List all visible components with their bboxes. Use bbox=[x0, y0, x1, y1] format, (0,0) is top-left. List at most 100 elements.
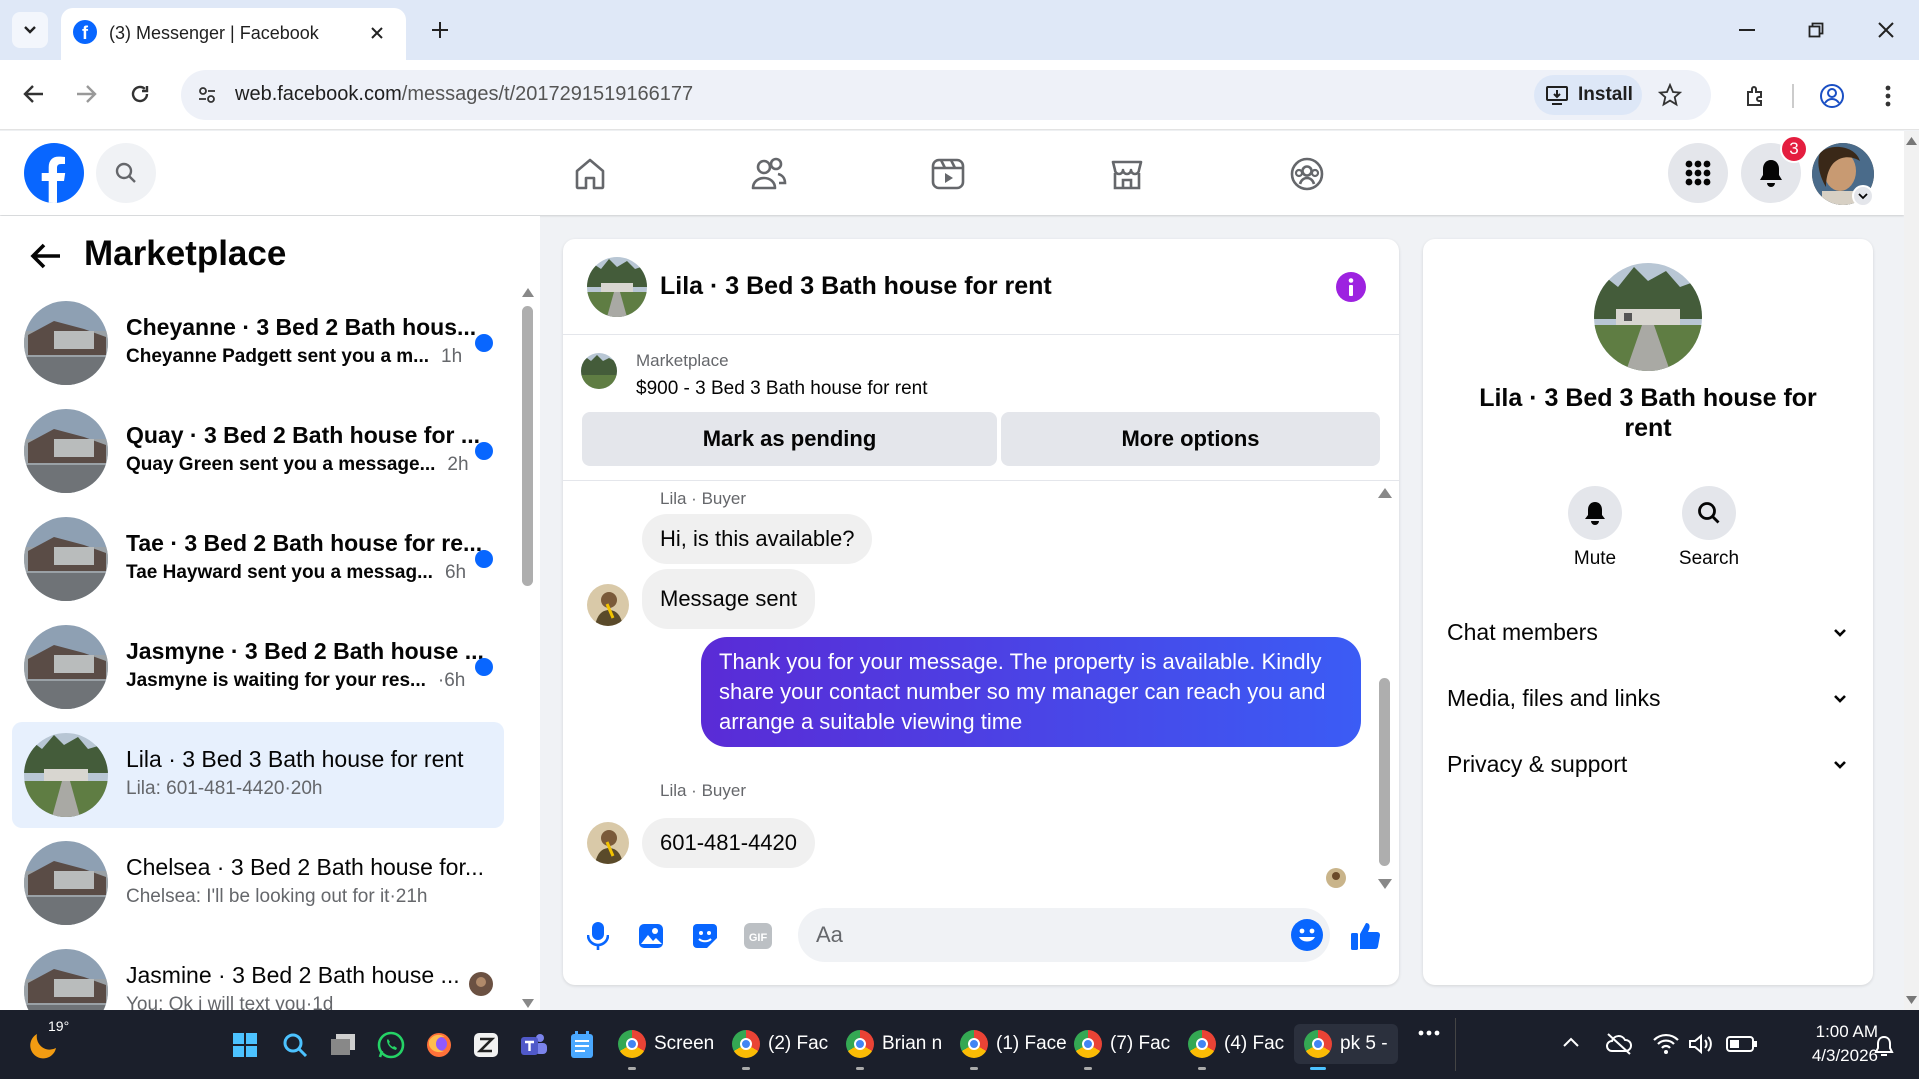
chevron-down-icon bbox=[1834, 628, 1846, 637]
conversation-item[interactable]: Cheyanne · 3 Bed 2 Bath hous... Cheyanne… bbox=[12, 290, 504, 396]
close-window-button[interactable] bbox=[1866, 14, 1906, 46]
nav-video[interactable] bbox=[913, 149, 983, 199]
photo-icon[interactable] bbox=[633, 918, 669, 954]
conversation-item[interactable]: Quay · 3 Bed 2 Bath house for ... Quay G… bbox=[12, 398, 504, 504]
conversation-item[interactable]: Chelsea · 3 Bed 2 Bath house for... Chel… bbox=[12, 830, 504, 936]
cloud-offline-icon[interactable] bbox=[1605, 1032, 1633, 1056]
listing-thumbnail[interactable] bbox=[581, 353, 617, 389]
scrollbar-thumb[interactable] bbox=[522, 306, 533, 586]
conversation-item-active[interactable]: Lila · 3 Bed 3 Bath house for rent Lila:… bbox=[12, 722, 504, 828]
url-host: web.facebook.com bbox=[235, 83, 402, 105]
conversation-item[interactable]: Jasmyne · 3 Bed 2 Bath house ... Jasmyne… bbox=[12, 614, 504, 720]
running-indicator bbox=[628, 1067, 636, 1070]
sender-avatar[interactable] bbox=[587, 584, 629, 626]
microphone-icon[interactable] bbox=[580, 918, 616, 954]
browser-tab[interactable]: f (3) Messenger | Facebook bbox=[61, 8, 406, 60]
new-tab-button[interactable] bbox=[424, 14, 456, 46]
search-button[interactable] bbox=[96, 143, 156, 203]
chat-avatar[interactable] bbox=[587, 257, 647, 317]
sticker-icon[interactable] bbox=[687, 918, 723, 954]
bookmark-star-icon[interactable] bbox=[1653, 78, 1687, 112]
scroll-down-arrow-icon[interactable] bbox=[1378, 879, 1392, 889]
section-privacy-support[interactable]: Privacy & support bbox=[1447, 751, 1847, 778]
facebook-logo-icon[interactable] bbox=[24, 143, 84, 203]
extensions-icon[interactable] bbox=[1738, 78, 1774, 114]
url-path: /messages/t/2017291519166177 bbox=[401, 83, 694, 105]
firefox-icon[interactable] bbox=[425, 1031, 453, 1059]
taskbar-app-label: Screen bbox=[654, 1033, 715, 1054]
restore-button[interactable] bbox=[1796, 14, 1836, 46]
section-chat-members[interactable]: Chat members bbox=[1447, 619, 1847, 646]
nav-groups[interactable] bbox=[1272, 149, 1342, 199]
conversation-item[interactable]: Jasmine · 3 Bed 2 Bath house ... You: Ok… bbox=[12, 938, 504, 1010]
taskbar-app[interactable]: Brian n bbox=[846, 1024, 942, 1070]
nav-home[interactable] bbox=[555, 149, 625, 199]
more-apps-button[interactable] bbox=[1418, 1030, 1440, 1036]
taskbar-search-icon[interactable] bbox=[282, 1032, 308, 1058]
conversation-preview: Quay Green sent you a message... bbox=[126, 454, 436, 475]
mark-as-pending-button[interactable]: Mark as pending bbox=[582, 412, 997, 466]
tab-close-icon[interactable] bbox=[364, 20, 390, 46]
profile-photo[interactable] bbox=[1594, 263, 1702, 371]
nav-marketplace[interactable] bbox=[1092, 149, 1162, 199]
clock[interactable]: 1:00 AM 4/3/2026 bbox=[1768, 1020, 1878, 1068]
taskbar-app[interactable]: (2) Fac bbox=[732, 1024, 828, 1070]
emoji-icon[interactable] bbox=[1291, 919, 1323, 951]
message-input[interactable]: Aa bbox=[798, 908, 1330, 962]
conversation-item[interactable]: Tae · 3 Bed 2 Bath house for re... Tae H… bbox=[12, 506, 504, 612]
tab-search-button[interactable] bbox=[12, 12, 48, 48]
back-button[interactable] bbox=[14, 74, 54, 114]
sender-avatar[interactable] bbox=[587, 822, 629, 864]
weather-widget[interactable]: 19° bbox=[30, 1018, 70, 1064]
message-line: arrange a suitable viewing time bbox=[719, 709, 1023, 734]
nav-friends[interactable] bbox=[734, 149, 804, 199]
forward-button[interactable] bbox=[66, 74, 106, 114]
taskbar-app[interactable]: (4) Fac bbox=[1188, 1024, 1285, 1070]
facebook-favicon-icon: f bbox=[73, 20, 97, 44]
listing-title[interactable]: $900 - 3 Bed 3 Bath house for rent bbox=[636, 378, 928, 400]
info-icon[interactable] bbox=[1336, 272, 1366, 302]
site-info-icon[interactable] bbox=[193, 81, 221, 109]
volume-icon[interactable] bbox=[1688, 1032, 1716, 1056]
composer: GIF Aa bbox=[563, 902, 1399, 972]
app-icon-x[interactable] bbox=[473, 1032, 499, 1058]
gif-icon[interactable]: GIF bbox=[740, 918, 776, 954]
account-chevron-icon[interactable] bbox=[1852, 185, 1874, 207]
more-options-button[interactable]: More options bbox=[1001, 412, 1380, 466]
page-scrollbar[interactable] bbox=[1904, 131, 1919, 1010]
install-button[interactable]: Install bbox=[1534, 75, 1642, 115]
taskbar-app[interactable]: Screen bbox=[618, 1024, 715, 1070]
like-icon[interactable] bbox=[1346, 916, 1386, 956]
chat-scrollbar-thumb[interactable] bbox=[1379, 678, 1390, 866]
reload-button[interactable] bbox=[120, 74, 160, 114]
running-indicator bbox=[1310, 1067, 1326, 1070]
conversation-time: 6h bbox=[444, 562, 467, 583]
section-media-files-links[interactable]: Media, files and links bbox=[1447, 685, 1847, 712]
address-bar[interactable]: web.facebook.com/messages/t/201729151916… bbox=[181, 70, 1711, 120]
notification-center-icon[interactable] bbox=[1872, 1034, 1896, 1058]
taskbar-app[interactable]: (7) Fac bbox=[1074, 1024, 1170, 1070]
profile-title-line: rent bbox=[1624, 414, 1672, 442]
mute-button[interactable]: Mute bbox=[1565, 486, 1625, 570]
taskbar-app[interactable]: (1) Face bbox=[960, 1024, 1067, 1070]
wifi-icon[interactable] bbox=[1652, 1032, 1680, 1056]
search-in-chat-button[interactable]: Search bbox=[1669, 486, 1749, 570]
start-icon[interactable] bbox=[233, 1033, 257, 1057]
menu-button[interactable] bbox=[1668, 143, 1728, 203]
browser-menu-icon[interactable] bbox=[1870, 78, 1906, 114]
scroll-up-arrow-icon[interactable] bbox=[1378, 488, 1392, 498]
message-bubble-incoming: Message sent bbox=[642, 569, 815, 629]
taskbar-app-label: (4) Fac bbox=[1224, 1033, 1285, 1054]
show-hidden-icons-chevron-up-icon[interactable] bbox=[1562, 1036, 1580, 1048]
back-arrow-button[interactable] bbox=[26, 236, 66, 276]
whatsapp-icon[interactable] bbox=[377, 1031, 405, 1059]
task-view-icon[interactable] bbox=[330, 1033, 356, 1057]
notepad-icon[interactable] bbox=[570, 1031, 594, 1059]
conversation-list-scrollbar[interactable] bbox=[520, 288, 534, 1008]
teams-icon[interactable] bbox=[520, 1031, 548, 1059]
battery-icon[interactable] bbox=[1726, 1034, 1758, 1054]
chat-title[interactable]: Lila · 3 Bed 3 Bath house for rent bbox=[660, 272, 1052, 301]
minimize-button[interactable] bbox=[1727, 14, 1767, 46]
taskbar-app-active[interactable]: pk 5 - bbox=[1294, 1024, 1398, 1070]
profile-icon[interactable] bbox=[1814, 78, 1850, 114]
